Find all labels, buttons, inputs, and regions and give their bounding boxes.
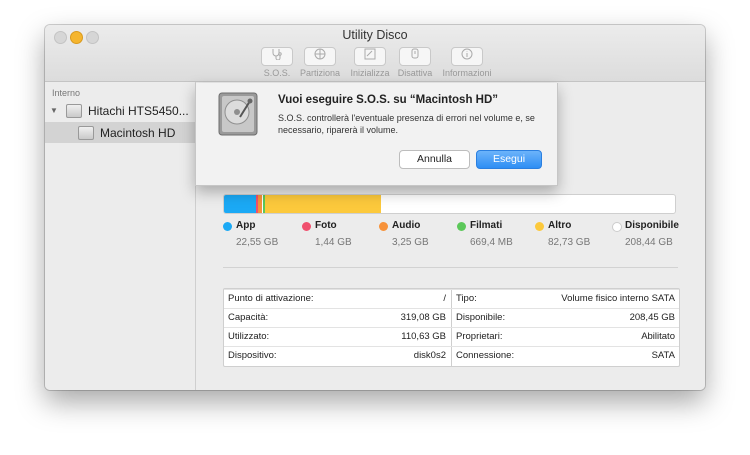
toolbar-unmount-button[interactable]: Disattiva	[387, 47, 443, 78]
cell-value: Abilitato	[641, 331, 675, 342]
usage-segment-altro	[264, 195, 382, 213]
dialog-message: S.O.S. controllerà l'eventuale presenza …	[278, 113, 535, 135]
erase-icon	[354, 47, 386, 66]
sidebar-section-header: Interno	[52, 88, 81, 98]
sidebar-item-volume[interactable]: Macintosh HD	[45, 122, 195, 143]
info-icon	[451, 47, 483, 66]
legend-value: 22,55 GB	[236, 237, 279, 248]
storage-usage-bar	[223, 194, 676, 214]
table-row: Punto di attivazione: / Tipo: Volume fis…	[224, 289, 679, 309]
legend-value: 208,44 GB	[625, 237, 673, 248]
cancel-button[interactable]: Annulla	[399, 150, 470, 169]
cell-value: Volume fisico interno SATA	[561, 293, 675, 304]
hard-drive-icon	[218, 92, 258, 136]
cell-label: Tipo:	[456, 293, 477, 304]
hard-drive-icon	[66, 104, 82, 118]
table-row: Dispositivo: disk0s2 Connessione: SATA	[224, 346, 679, 366]
partition-icon	[304, 47, 336, 66]
legend-name: Disponibile	[625, 220, 679, 231]
legend-name: Audio	[392, 220, 421, 231]
volume-info-table: Punto di attivazione: / Tipo: Volume fis…	[223, 288, 680, 367]
cell-label: Punto di attivazione:	[228, 293, 314, 304]
disclosure-triangle-icon[interactable]: ▼	[50, 106, 58, 115]
cell-value: SATA	[651, 350, 675, 361]
legend-dot	[302, 222, 311, 231]
run-button[interactable]: Esegui	[476, 150, 542, 169]
legend-dot	[223, 222, 232, 231]
legend-name: Altro	[548, 220, 572, 231]
cell-value: 110,63 GB	[401, 331, 446, 342]
cell-value: 208,45 GB	[629, 312, 675, 323]
legend-name: Foto	[315, 220, 337, 231]
legend-value: 3,25 GB	[392, 237, 429, 248]
sidebar: Interno ▼ Hitachi HTS5450... Macintosh H…	[45, 82, 196, 390]
sidebar-disk-label: Hitachi HTS5450...	[88, 104, 189, 118]
titlebar: Utility Disco S.O.S. Partiziona Iniziali…	[45, 25, 705, 82]
stethoscope-icon	[261, 47, 293, 66]
legend-value: 669,4 MB	[470, 237, 513, 248]
usage-segment-app	[224, 195, 256, 213]
cell-label: Connessione:	[456, 350, 515, 361]
cell-label: Proprietari:	[456, 331, 503, 342]
volume-icon	[78, 126, 94, 140]
cell-label: Dispositivo:	[228, 350, 277, 361]
legend-dot	[612, 222, 622, 232]
legend-dot	[379, 222, 388, 231]
legend-value: 1,44 GB	[315, 237, 352, 248]
legend-value: 82,73 GB	[548, 237, 591, 248]
cell-value: /	[443, 293, 446, 304]
table-row: Capacità: 319,08 GB Disponibile: 208,45 …	[224, 308, 679, 328]
sidebar-item-disk[interactable]: ▼ Hitachi HTS5450...	[45, 101, 195, 121]
toolbar-partition-button[interactable]: Partiziona	[292, 47, 348, 78]
legend-dot	[535, 222, 544, 231]
cell-label: Disponibile:	[456, 312, 506, 323]
legend-dot	[457, 222, 466, 231]
cell-value: disk0s2	[413, 350, 446, 361]
first-aid-confirmation-sheet: Vuoi eseguire S.O.S. su “Macintosh HD” S…	[195, 83, 558, 186]
legend-name: App	[236, 220, 256, 231]
table-row: Utilizzato: 110,63 GB Proprietari: Abili…	[224, 327, 679, 347]
dialog-title: Vuoi eseguire S.O.S. su “Macintosh HD”	[278, 94, 499, 106]
disk-utility-window: Utility Disco S.O.S. Partiziona Iniziali…	[45, 25, 705, 390]
window-title: Utility Disco	[342, 28, 408, 42]
toolbar-partition-label: Partiziona	[299, 68, 341, 78]
legend-name: Filmati	[470, 220, 503, 231]
sidebar-volume-label: Macintosh HD	[100, 126, 176, 140]
cell-value: 319,08 GB	[400, 312, 446, 323]
cell-label: Capacità:	[228, 312, 269, 323]
toolbar-unmount-label: Disattiva	[397, 68, 433, 78]
section-divider	[223, 267, 678, 268]
unmount-icon	[399, 47, 431, 66]
toolbar-info-label: Informazioni	[442, 68, 492, 78]
toolbar-info-button[interactable]: Informazioni	[439, 47, 495, 78]
cell-label: Utilizzato:	[228, 331, 270, 342]
